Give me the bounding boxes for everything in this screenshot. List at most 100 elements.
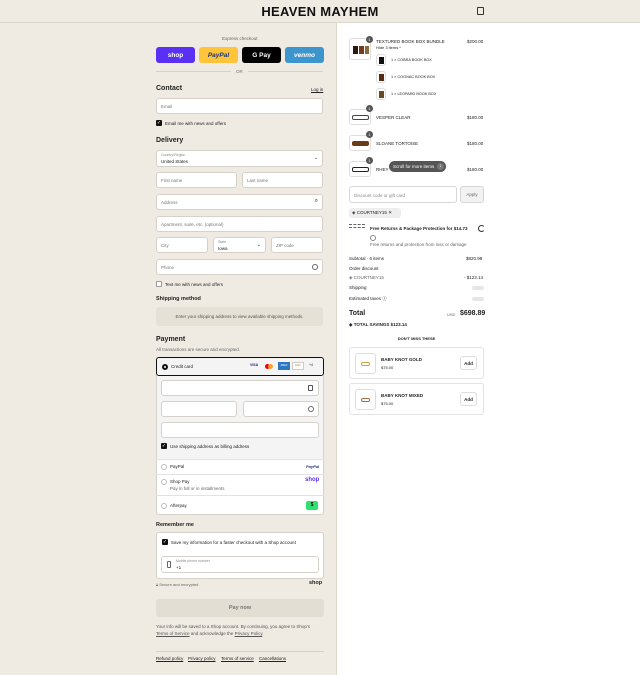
- shop-pay-option[interactable]: Shop Pay Pay in full or in installments …: [156, 474, 324, 495]
- total-value: $698.89: [460, 310, 486, 317]
- security-code-field[interactable]: [243, 401, 319, 417]
- remove-code-icon[interactable]: ✕: [388, 210, 392, 215]
- discount-input[interactable]: Discount code or gift card: [349, 186, 457, 203]
- text-news-label: Text me with news and offers: [165, 282, 223, 287]
- shop-pay-button[interactable]: shop: [156, 47, 195, 63]
- taxes-label: Estimated taxes ⓘ: [349, 296, 387, 301]
- discount-tag: ◈ COURTNEY15 ✕: [349, 208, 401, 218]
- card-number-field[interactable]: [161, 380, 319, 396]
- header: HEAVEN MAYHEM: [0, 0, 640, 23]
- footer-privacy[interactable]: Privacy policy: [188, 656, 216, 661]
- divider: [156, 651, 324, 652]
- help-icon: [308, 406, 314, 412]
- paypal-option[interactable]: PayPal PayPal: [156, 459, 324, 474]
- credit-card-option[interactable]: Credit card VISA AMEX DISC +4: [156, 357, 324, 376]
- zip-field[interactable]: ZIP code: [271, 237, 323, 253]
- last-name-field[interactable]: Last name: [242, 172, 323, 188]
- bundle-name: TEXTURED BOOK BOX BUNDLE: [376, 39, 445, 44]
- expiry-field[interactable]: [161, 401, 237, 417]
- billing-checkbox[interactable]: ✓: [161, 443, 167, 449]
- email-news-label: Email me with news and offers: [165, 121, 226, 126]
- login-link[interactable]: Log in: [311, 87, 323, 92]
- chevron-down-icon: ⌄: [256, 242, 261, 248]
- bag-icon[interactable]: [477, 7, 484, 15]
- apply-button[interactable]: Apply: [460, 186, 484, 203]
- address-field[interactable]: Address ⌕: [156, 194, 323, 210]
- taxes-placeholder: [472, 297, 484, 301]
- cognac-thumbnail: [376, 71, 386, 83]
- item-price: $180.00: [467, 141, 484, 146]
- add-button[interactable]: Add: [460, 356, 477, 370]
- email-field[interactable]: Email: [156, 98, 323, 114]
- item-price: $180.00: [467, 115, 484, 120]
- currency-label: USD: [447, 312, 456, 317]
- add-button[interactable]: Add: [460, 392, 477, 406]
- help-icon: [312, 264, 318, 270]
- bundle-item: 1 × COGNAC BOOK BOX: [391, 75, 436, 79]
- cobra-thumbnail: [376, 54, 386, 66]
- mobile-phone-field[interactable]: Mobile phone number +1: [161, 556, 319, 573]
- gpay-button[interactable]: G Pay: [242, 47, 281, 63]
- paypal-button[interactable]: PayPal: [199, 47, 238, 63]
- total-label: Total: [349, 310, 366, 317]
- mastercard-icon: [265, 363, 275, 370]
- upsell-card: BABY KNOT MIXED $75.00 Add: [349, 383, 484, 415]
- state-select[interactable]: State Iowa ⌄: [213, 237, 266, 253]
- privacy-link[interactable]: Privacy Policy: [235, 631, 263, 636]
- quantity-badge: 1: [366, 105, 373, 112]
- country-select[interactable]: Country/Region United States ⌄: [156, 150, 323, 167]
- footer-terms[interactable]: Terms of service: [221, 656, 254, 661]
- divider: [248, 71, 323, 72]
- billing-label: Use shipping address as billing address: [170, 444, 250, 449]
- afterpay-option[interactable]: Afterpay $: [156, 495, 324, 515]
- venmo-button[interactable]: venmo: [285, 47, 324, 63]
- item-price: $180.00: [467, 167, 484, 172]
- lock-icon: 🔒︎: [156, 582, 159, 587]
- payment-subtitle: All transactions are secure and encrypte…: [156, 347, 241, 352]
- apartment-field[interactable]: Apartment, suite, etc. (optional): [156, 216, 323, 232]
- bundle-price: $200.00: [467, 39, 484, 44]
- text-news-checkbox[interactable]: [156, 281, 162, 287]
- email-news-checkbox[interactable]: ✓: [156, 120, 162, 126]
- chevron-down-icon: ⌄: [313, 155, 318, 161]
- visa-icon: VISA: [250, 363, 259, 367]
- shop-logo: shop: [305, 477, 320, 483]
- payment-title: Payment: [156, 336, 186, 343]
- remember-box: ✓ Save my information for a faster check…: [156, 532, 324, 579]
- name-on-card-field[interactable]: [161, 422, 319, 438]
- shop-brand: shop: [309, 580, 323, 586]
- brand-logo[interactable]: HEAVEN MAYHEM: [0, 4, 640, 19]
- save-info-checkbox[interactable]: ✓: [162, 539, 168, 545]
- savings-line: ◈ TOTAL SAVINGS $123.14: [349, 322, 407, 327]
- scroll-hint[interactable]: Scroll for more items ↓: [389, 161, 446, 172]
- search-icon: ⌕: [314, 198, 318, 204]
- first-name-field[interactable]: First name: [156, 172, 237, 188]
- more-cards-badge: +4: [309, 363, 313, 367]
- quantity-badge: 1: [366, 131, 373, 138]
- product-thumbnail: [355, 389, 376, 410]
- tag-icon: ◈: [349, 275, 353, 280]
- loading-icon: [478, 225, 485, 232]
- tag-icon: ◈: [352, 210, 356, 215]
- phone-field[interactable]: Phone: [156, 259, 323, 275]
- hide-items-toggle[interactable]: Hide 3 items ^: [376, 45, 401, 50]
- amex-icon: AMEX: [278, 362, 290, 370]
- discount-amount: - $123.14: [464, 275, 484, 280]
- subtotal-value: $820.99: [466, 256, 483, 261]
- pay-now-button[interactable]: Pay now: [156, 599, 324, 617]
- protection-logo: [349, 224, 365, 228]
- lock-icon: [308, 385, 313, 391]
- remember-title: Remember me: [156, 522, 194, 528]
- terms-link[interactable]: Terms of Service: [156, 631, 190, 636]
- arrow-down-icon: ↓: [437, 163, 444, 170]
- protection-subtitle: Free returns and protection from loss or…: [370, 242, 467, 247]
- footer-refund[interactable]: Refund policy: [156, 656, 183, 661]
- shipping-note-box: Enter your shipping address to view avai…: [156, 307, 323, 326]
- quantity-badge: 1: [366, 157, 373, 164]
- item-name: VESPER CLEAR: [376, 115, 411, 120]
- upsell-card: BABY KNOT GOLD $75.00 Add: [349, 347, 484, 379]
- product-thumbnail: [355, 353, 376, 374]
- footer-cancellations[interactable]: Cancellations: [259, 656, 286, 661]
- city-field[interactable]: City: [156, 237, 208, 253]
- item-name: SLOANE TORTOISE: [376, 141, 419, 146]
